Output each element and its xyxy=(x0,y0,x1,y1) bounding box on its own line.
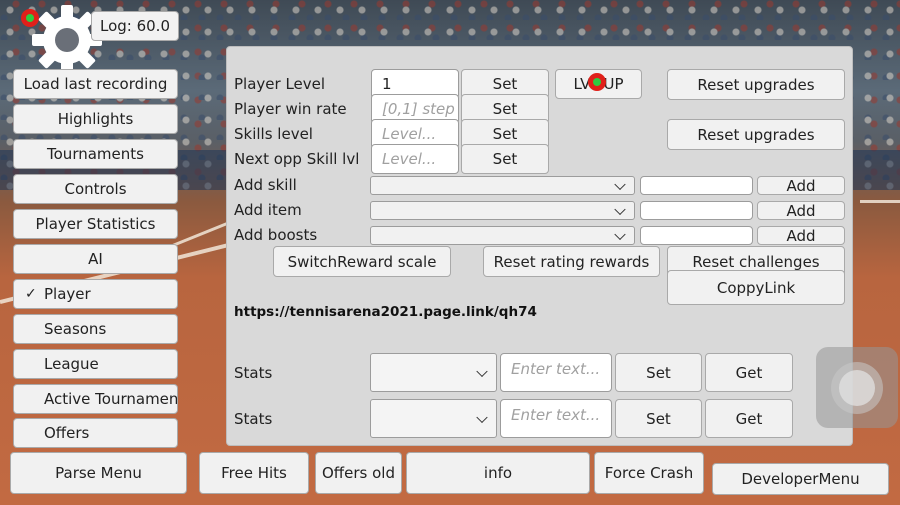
menu-item-label: Active Tournament xyxy=(44,390,178,408)
stats-label: Stats xyxy=(234,364,273,382)
menu-item-highlights[interactable]: Highlights xyxy=(13,104,178,134)
menu-item-controls[interactable]: Controls xyxy=(13,174,178,204)
chevron-down-icon xyxy=(476,411,488,423)
add-skill-input[interactable] xyxy=(640,176,753,195)
next-opp-skill-set-button[interactable]: Set xyxy=(461,144,549,174)
menu-item-ai[interactable]: AI xyxy=(13,244,178,274)
menu-item-label: League xyxy=(44,355,99,373)
stats-text-input[interactable]: Enter text... xyxy=(500,353,612,392)
menu-item-seasons[interactable]: Seasons xyxy=(13,314,178,344)
stats-get-button[interactable]: Get xyxy=(705,399,793,438)
chevron-down-icon xyxy=(614,228,626,240)
info-button[interactable]: info xyxy=(406,452,590,494)
next-opp-skill-label: Next opp Skill lvl xyxy=(234,150,360,168)
menu-item-label: Offers xyxy=(44,424,90,442)
stats-dropdown[interactable] xyxy=(370,399,497,438)
skills-level-label: Skills level xyxy=(234,125,313,143)
log-badge: Log: 60.0 xyxy=(91,11,179,41)
checkmark-icon: ✓ xyxy=(25,286,37,302)
menu-item-player-statistics[interactable]: Player Statistics xyxy=(13,209,178,239)
joystick-icon[interactable] xyxy=(816,347,898,428)
add-item-button[interactable]: Add xyxy=(757,201,845,220)
menu-item-label: Player xyxy=(44,285,91,303)
dynamic-link-text: https://tennisarena2021.page.link/qh74 xyxy=(234,304,537,320)
reset-upgrades-button[interactable]: Reset upgrades xyxy=(667,69,845,100)
add-item-input[interactable] xyxy=(640,201,753,220)
developer-menu-button[interactable]: DeveloperMenu xyxy=(712,463,889,495)
add-boosts-button[interactable]: Add xyxy=(757,226,845,245)
reset-upgrades-button-2[interactable]: Reset upgrades xyxy=(667,119,845,150)
force-crash-button[interactable]: Force Crash xyxy=(594,452,704,494)
switch-reward-scale-button[interactable]: SwitchReward scale xyxy=(273,246,451,277)
add-boosts-input[interactable] xyxy=(640,226,753,245)
add-skill-button[interactable]: Add xyxy=(757,176,845,195)
add-item-dropdown[interactable] xyxy=(370,201,635,220)
menu-item-tournaments[interactable]: Tournaments xyxy=(13,139,178,169)
stats-dropdown[interactable] xyxy=(370,353,497,392)
add-item-label: Add item xyxy=(234,201,302,219)
add-skill-label: Add skill xyxy=(234,176,297,194)
player-win-rate-label: Player win rate xyxy=(234,100,347,118)
stats-set-button[interactable]: Set xyxy=(615,399,702,438)
reset-rating-rewards-button[interactable]: Reset rating rewards xyxy=(483,246,660,277)
offers-old-button[interactable]: Offers old xyxy=(315,452,402,494)
court-line xyxy=(860,200,900,203)
parse-menu-button[interactable]: Parse Menu xyxy=(10,452,187,494)
next-opp-skill-input[interactable]: Level... xyxy=(371,144,459,174)
stats-set-button[interactable]: Set xyxy=(615,353,702,392)
copy-link-button[interactable]: CoppyLink xyxy=(667,270,845,305)
player-level-label: Player Level xyxy=(234,75,326,93)
stats-label: Stats xyxy=(234,410,273,428)
menu-item-player[interactable]: ✓ Player xyxy=(13,279,178,309)
stats-get-button[interactable]: Get xyxy=(705,353,793,392)
chevron-down-icon xyxy=(476,365,488,377)
menu-item-offers[interactable]: Offers xyxy=(13,418,178,448)
free-hits-button[interactable]: Free Hits xyxy=(199,452,309,494)
stats-text-input[interactable]: Enter text... xyxy=(500,399,612,438)
touch-marker-icon xyxy=(588,73,606,91)
add-boosts-label: Add boosts xyxy=(234,226,318,244)
menu-item-label: Seasons xyxy=(44,320,107,338)
chevron-down-icon xyxy=(614,178,626,190)
menu-item-league[interactable]: League xyxy=(13,349,178,379)
add-skill-dropdown[interactable] xyxy=(370,176,635,195)
menu-item-load-last-recording[interactable]: Load last recording xyxy=(13,69,178,99)
menu-item-active-tournament[interactable]: Active Tournament xyxy=(13,384,178,414)
chevron-down-icon xyxy=(614,203,626,215)
add-boosts-dropdown[interactable] xyxy=(370,226,635,245)
